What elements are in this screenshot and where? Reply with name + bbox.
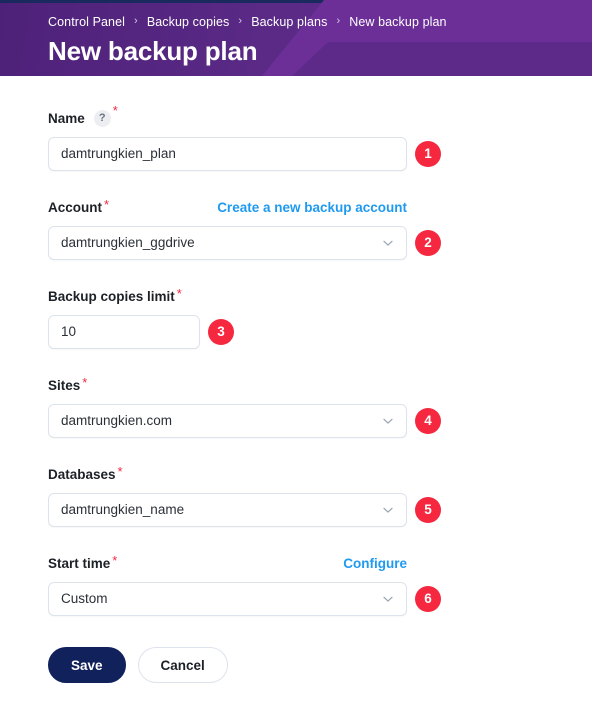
required-asterisk-sites: * <box>82 375 88 390</box>
breadcrumb-item-new-backup-plan: New backup plan <box>349 14 447 29</box>
label-row-account: Account * Create a new backup account <box>48 197 407 217</box>
step-marker-3: 3 <box>208 319 234 345</box>
backup-copies-limit-value: 10 <box>61 324 77 339</box>
backup-plan-form: Name ? * damtrungkien_plan 1 Account * C… <box>0 76 592 683</box>
control-row-backup-copies-limit: 10 3 <box>48 315 592 349</box>
chevron-down-icon <box>383 418 393 424</box>
chevron-down-icon <box>383 596 393 602</box>
label-row-databases: Databases * <box>48 464 407 484</box>
breadcrumb-separator-icon: › <box>336 15 341 27</box>
chevron-down-icon <box>383 240 393 246</box>
databases-select[interactable]: damtrungkien_name <box>48 493 407 527</box>
control-row-sites: damtrungkien.com 4 <box>48 404 592 438</box>
help-icon-glyph: ? <box>98 112 106 124</box>
page-header: Control Panel › Backup copies › Backup p… <box>0 0 592 76</box>
field-group-name: Name ? * damtrungkien_plan 1 <box>48 76 592 171</box>
control-row-account: damtrungkien_ggdrive 2 <box>48 226 592 260</box>
control-row-databases: damtrungkien_name 5 <box>48 493 592 527</box>
save-button[interactable]: Save <box>48 647 126 683</box>
label-row-start-time: Start time * Configure <box>48 553 407 573</box>
step-marker-4: 4 <box>415 408 441 434</box>
breadcrumb-separator-icon: › <box>134 15 138 27</box>
control-row-name: damtrungkien_plan 1 <box>48 137 592 171</box>
configure-link[interactable]: Configure <box>343 555 407 573</box>
field-group-databases: Databases * damtrungkien_name 5 <box>48 438 592 527</box>
required-asterisk-start-time: * <box>112 553 118 568</box>
new-backup-plan-page: Control Panel › Backup copies › Backup p… <box>0 0 592 723</box>
required-asterisk-account: * <box>104 197 110 212</box>
label-row-backup-copies-limit: Backup copies limit * <box>48 286 407 306</box>
field-group-sites: Sites * damtrungkien.com 4 <box>48 349 592 438</box>
sites-select[interactable]: damtrungkien.com <box>48 404 407 438</box>
form-actions: Save Cancel <box>48 616 592 683</box>
label-sites: Sites <box>48 378 81 393</box>
required-asterisk-name: * <box>112 103 118 118</box>
breadcrumb-item-backup-copies[interactable]: Backup copies <box>147 15 230 29</box>
page-title: New backup plan <box>48 36 258 66</box>
control-row-start-time: Custom 6 <box>48 582 592 616</box>
account-select-value: damtrungkien_ggdrive <box>61 235 195 250</box>
label-name: Name <box>48 111 85 126</box>
field-group-account: Account * Create a new backup account da… <box>48 171 592 260</box>
breadcrumb-item-control-panel[interactable]: Control Panel <box>48 15 125 29</box>
account-select[interactable]: damtrungkien_ggdrive <box>48 226 407 260</box>
label-databases: Databases <box>48 467 116 482</box>
required-asterisk-databases: * <box>117 464 123 479</box>
step-marker-1: 1 <box>415 141 441 167</box>
breadcrumb-separator-icon: › <box>238 15 243 27</box>
create-backup-account-link[interactable]: Create a new backup account <box>217 199 407 217</box>
cancel-button[interactable]: Cancel <box>137 647 228 683</box>
databases-select-value: damtrungkien_name <box>61 502 185 517</box>
name-input-value: damtrungkien_plan <box>61 146 176 161</box>
breadcrumb: Control Panel › Backup copies › Backup p… <box>48 0 592 34</box>
start-time-select[interactable]: Custom <box>48 582 407 616</box>
label-account: Account <box>48 200 102 215</box>
name-input[interactable]: damtrungkien_plan <box>48 137 407 171</box>
backup-copies-limit-input[interactable]: 10 <box>48 315 200 349</box>
breadcrumb-item-backup-plans[interactable]: Backup plans <box>251 15 327 29</box>
step-marker-2: 2 <box>415 230 441 256</box>
label-start-time: Start time <box>48 556 111 571</box>
start-time-select-value: Custom <box>61 591 108 606</box>
step-marker-6: 6 <box>415 586 441 612</box>
help-icon[interactable]: ? * <box>93 104 118 127</box>
required-asterisk-backup-copies-limit: * <box>176 286 182 301</box>
field-group-start-time: Start time * Configure Custom 6 <box>48 527 592 616</box>
label-row-name: Name ? * <box>48 104 407 128</box>
chevron-down-icon <box>383 507 393 513</box>
step-marker-5: 5 <box>415 497 441 523</box>
label-backup-copies-limit: Backup copies limit <box>48 289 175 304</box>
label-row-sites: Sites * <box>48 375 407 395</box>
field-group-backup-copies-limit: Backup copies limit * 10 3 <box>48 260 592 349</box>
sites-select-value: damtrungkien.com <box>61 413 173 428</box>
